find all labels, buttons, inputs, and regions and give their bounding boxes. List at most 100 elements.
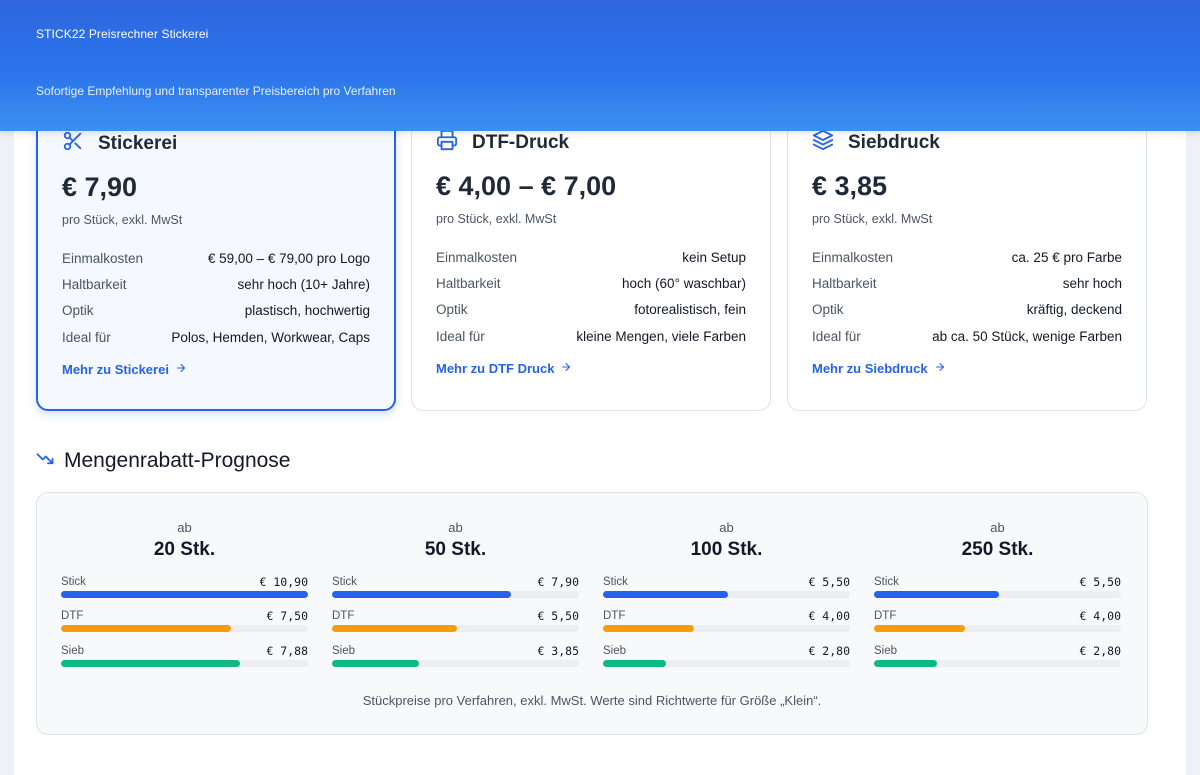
tier-quantity: 250 Stk. — [961, 539, 1034, 560]
bar-track — [603, 660, 850, 667]
method-price: € 4,00 — [1079, 609, 1121, 623]
section-title-text: Mengenrabatt-Prognose — [64, 449, 291, 472]
method-price: € 5,50 — [537, 609, 579, 623]
detail-key: Optik — [812, 302, 844, 318]
detail-row: Ideal für ab ca. 50 Stück, wenige Farben — [812, 323, 1122, 349]
detail-value: sehr hoch (10+ Jahre) — [237, 276, 370, 292]
card-dtf-druck[interactable]: DTF-Druck € 4,00 – € 7,00 pro Stück, exk… — [411, 100, 771, 411]
method-row: Sieb € 2,80 — [874, 644, 1121, 675]
bar-track — [603, 625, 850, 632]
method-price: € 3,85 — [537, 644, 579, 658]
detail-key: Haltbarkeit — [812, 275, 877, 291]
card-price: € 3,85 — [812, 171, 888, 201]
more-link-label: Mehr zu DTF Druck — [436, 361, 555, 376]
arrow-right-icon — [934, 361, 946, 376]
method-label: Stick — [61, 576, 86, 588]
detail-row: Haltbarkeit sehr hoch (10+ Jahre) — [62, 271, 370, 297]
method-row: Stick € 7,90 — [332, 575, 579, 606]
method-row: DTF € 4,00 — [603, 609, 850, 640]
method-row: Stick € 5,50 — [874, 575, 1121, 606]
method-row: Sieb € 3,85 — [332, 644, 579, 675]
card-price: € 4,00 – € 7,00 — [436, 171, 617, 201]
more-link-label: Mehr zu Siebdruck — [812, 361, 928, 376]
bar-track — [874, 591, 1121, 598]
method-label: Stick — [874, 576, 899, 588]
method-label: Sieb — [332, 645, 356, 657]
bar-track — [332, 591, 579, 598]
detail-key: Optik — [62, 303, 94, 319]
bar-fill — [603, 591, 728, 598]
card-details: Einmalkosten kein Setup Haltbarkeit hoch (… — [436, 244, 746, 349]
app-header: STICK22 Preisrechner Stickerei Sofortige… — [0, 0, 1200, 131]
card-title: DTF-Druck — [472, 132, 570, 153]
tier-quantity: 100 Stk. — [690, 539, 763, 560]
method-price: € 2,80 — [1079, 644, 1121, 658]
bar-fill — [603, 625, 694, 632]
app-title: STICK22 Preisrechner Stickerei — [36, 27, 209, 41]
card-price-note: pro Stück, exkl. MwSt — [436, 212, 557, 226]
bar-track — [332, 660, 579, 667]
method-label: DTF — [874, 610, 897, 622]
card-details: Einmalkosten € 59,00 – € 79,00 pro Logo H… — [62, 245, 370, 350]
bar-fill — [332, 625, 457, 632]
bar-track — [603, 591, 850, 598]
bar-fill — [61, 660, 240, 667]
detail-value: fotorealistisch, fein — [634, 302, 746, 318]
arrow-right-icon — [175, 362, 187, 377]
detail-key: Optik — [436, 302, 468, 318]
detail-row: Ideal für kleine Mengen, viele Farben — [436, 323, 746, 349]
tier-prefix: ab — [177, 520, 192, 535]
detail-value: hoch (60° waschbar) — [622, 275, 746, 291]
card-price-note: pro Stück, exkl. MwSt — [62, 213, 183, 227]
more-dtf-link[interactable]: Mehr zu DTF Druck — [436, 361, 572, 376]
card-details: Einmalkosten ca. 25 € pro Farbe Haltbarke… — [812, 244, 1122, 349]
method-row: Sieb € 7,88 — [61, 644, 308, 675]
discount-footnote: Stückpreise pro Verfahren, exkl. MwSt. W… — [362, 693, 822, 708]
method-row: Stick € 5,50 — [603, 575, 850, 606]
detail-value: ca. 25 € pro Farbe — [1011, 249, 1122, 265]
detail-key: Einmalkosten — [812, 249, 894, 265]
detail-value: plastisch, hochwertig — [244, 303, 370, 319]
method-label: Sieb — [874, 645, 898, 657]
bar-track — [61, 660, 308, 667]
detail-key: Ideal für — [436, 328, 485, 344]
method-price: € 2,80 — [808, 644, 850, 658]
detail-key: Einmalkosten — [436, 249, 518, 265]
bar-track — [61, 591, 308, 598]
detail-value: kräftig, deckend — [1026, 302, 1122, 318]
detail-row: Einmalkosten ca. 25 € pro Farbe — [812, 244, 1122, 270]
bar-fill — [603, 660, 667, 667]
tier-quantity: 50 Stk. — [424, 539, 487, 560]
method-row: DTF € 7,50 — [61, 609, 308, 640]
bar-fill — [332, 660, 420, 667]
method-price: € 10,90 — [259, 575, 308, 589]
detail-value: € 59,00 – € 79,00 pro Logo — [207, 250, 370, 266]
card-title: Stickerei — [98, 133, 178, 154]
method-price: € 5,50 — [808, 575, 850, 589]
detail-key: Ideal für — [62, 329, 111, 345]
method-row: DTF € 4,00 — [874, 609, 1121, 640]
method-label: Stick — [332, 576, 357, 588]
bar-track — [874, 625, 1121, 632]
method-price: € 7,88 — [266, 644, 308, 658]
layers-icon — [812, 129, 834, 157]
card-stickerei[interactable]: Stickerei € 7,90 pro Stück, exkl. MwSt E… — [36, 100, 396, 411]
bar-fill — [874, 625, 965, 632]
detail-key: Ideal für — [812, 328, 861, 344]
method-label: Sieb — [61, 645, 85, 657]
method-label: Stick — [603, 576, 628, 588]
method-row: Stick € 10,90 — [61, 575, 308, 606]
more-stickerei-link[interactable]: Mehr zu Stickerei — [62, 362, 187, 377]
card-siebdruck[interactable]: Siebdruck € 3,85 pro Stück, exkl. MwSt E… — [787, 100, 1147, 411]
bar-track — [874, 660, 1121, 667]
printer-icon — [436, 129, 458, 157]
method-row: DTF € 5,50 — [332, 609, 579, 640]
bar-fill — [61, 625, 231, 632]
bar-fill — [874, 660, 938, 667]
method-price: € 7,50 — [266, 609, 308, 623]
bar-track — [61, 625, 308, 632]
detail-value: ab ca. 50 Stück, wenige Farben — [932, 328, 1122, 344]
detail-row: Optik fotorealistisch, fein — [436, 297, 746, 323]
bar-track — [332, 625, 579, 632]
more-siebdruck-link[interactable]: Mehr zu Siebdruck — [812, 361, 946, 376]
